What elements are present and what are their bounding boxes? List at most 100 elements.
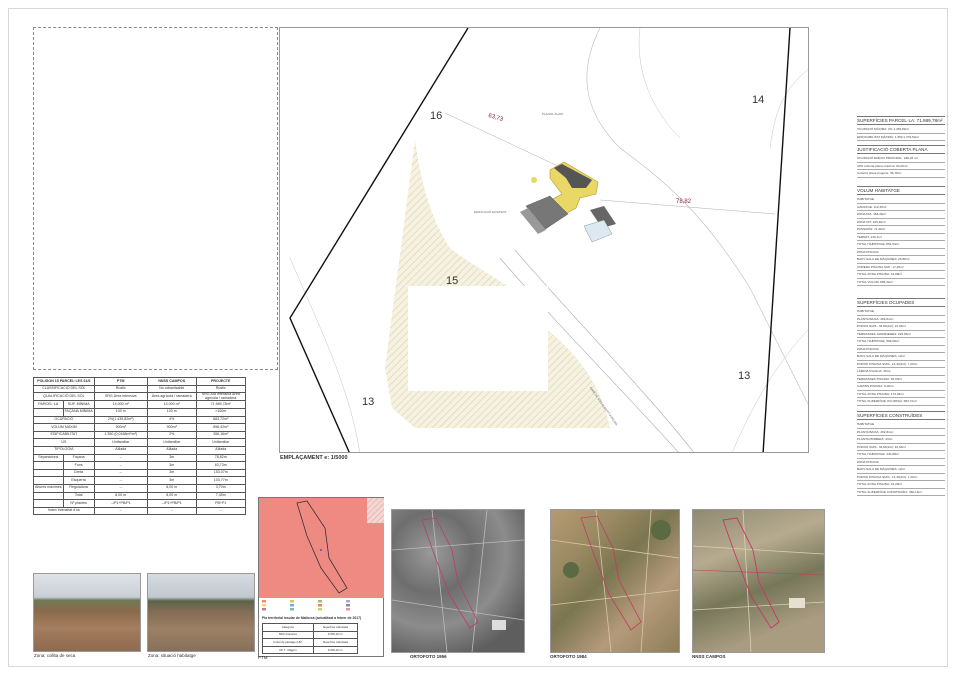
orthophoto-1956-caption: ORTOFOTO 1956 xyxy=(410,654,447,659)
ptm-table-cell: 9.305,19 m² xyxy=(312,645,359,655)
table-cell: 4% xyxy=(146,415,197,425)
section-line: PASSADÍS: 71,40m³ xyxy=(857,226,945,234)
section-title: SUPERFÍCIES OCUPADES xyxy=(857,298,945,307)
table-cell: No urbanitzable xyxy=(146,384,197,394)
table-cell: Unifamiliar xyxy=(146,438,197,447)
table-cell: Aïllada xyxy=(146,445,197,455)
table-cell: 14.000 m² xyxy=(93,400,148,409)
table-cell: Rústic xyxy=(93,384,148,394)
table-cell: >100m xyxy=(195,407,246,417)
section-line: HABITATGE xyxy=(857,196,945,204)
table-cell: 8,00 m xyxy=(146,491,197,501)
section-line: PLANTA PRIMERA: 43m² xyxy=(857,436,945,444)
table-cell: SRG AIA intensiva Àrea agrícola / ramade… xyxy=(195,392,246,402)
table-header: PTM xyxy=(93,377,148,386)
table-cell: 100 m xyxy=(93,407,148,417)
section-line: LÀMINA D'AIGUA: 36m² xyxy=(857,368,945,376)
section-title: JUSTIFICACIÓ COBERTA PLANA xyxy=(857,145,945,154)
table-cell: QUALIFICACIÓ DEL SÒL xyxy=(33,392,95,402)
table-row: Fons -- 3m 63,73m xyxy=(33,461,246,470)
table-cell: Reguladora xyxy=(62,483,95,493)
table-row: PARCEL·LA SUP. MÍNIMA 14.000 m² 14.000 m² 71… xyxy=(33,400,246,409)
table-cell: CLASSIFICACIÓ DEL SÒL xyxy=(33,384,95,394)
table-cell xyxy=(33,476,64,485)
section-line: TOTAL HABITATGE: 340,88m² xyxy=(857,451,945,459)
table-cell: Fons xyxy=(62,461,95,470)
table-cell: 900m³ xyxy=(146,423,197,432)
section-line: TOTAL SUPERFÍCIE OCUPADA: 683,72m² xyxy=(857,398,945,406)
table-row: Nº plantes --/P1+PB/P1 --/P1+PB/P1 PB+P1 xyxy=(33,499,246,508)
orthophoto-1984 xyxy=(550,509,680,653)
table-cell: -- xyxy=(93,453,148,463)
table-cell: --/P1+PB/P1 xyxy=(146,499,197,508)
section-line: TOTAL HABITATGE: 851,54m³ xyxy=(857,241,945,249)
parcel-label-13-west: 13 xyxy=(362,396,375,408)
table-cell: Total xyxy=(62,491,95,501)
table-cell: Aïllada xyxy=(93,445,148,455)
section-line: ZONA PISCINA xyxy=(857,346,945,353)
ptm-table-header: Superfície calculada xyxy=(312,623,359,632)
table-cell: -- xyxy=(93,468,148,478)
surfaces-section: JUSTIFICACIÓ COBERTA PLANA OCUPACIÓ EDIFI… xyxy=(857,145,945,178)
parcel-boundary-east xyxy=(762,28,791,452)
section-line: TERRASSES PISCINA: 93,93m² xyxy=(857,376,945,383)
table-cell xyxy=(33,468,64,478)
table-cell: 78,82m xyxy=(195,453,246,463)
site-plan: 16 14 15 13 13 63,73 78,82 PLANOL ALZAT … xyxy=(279,27,809,453)
table-cell xyxy=(33,499,64,508)
table-row: Altures màximes Reguladora -- 6,00 m 3,70m xyxy=(33,483,246,493)
section-line: OCUPACIÓ EDIFICI PRINCIPAL: 248,22 m² xyxy=(857,155,945,163)
table-row: Dreta -- 3m 153,07m xyxy=(33,468,246,478)
table-cell: -- xyxy=(93,506,148,516)
table-cell: TIPOLOGIA xyxy=(33,445,95,455)
blank-overlay xyxy=(408,286,548,391)
table-cell: -- xyxy=(93,483,148,493)
table-row: VOLUM MÀXIM 900m³ 900m³ 896,42m³ xyxy=(33,423,246,432)
section-line: 30% coberta plana màxima: 84,06m² xyxy=(857,163,945,170)
photo-dryland-caption: Zona: collita de seca xyxy=(34,653,76,658)
site-plan-drawing xyxy=(289,28,808,452)
table-cell: SUP. MÍNIMA xyxy=(62,400,95,409)
table-cell: 14.000 m² xyxy=(146,400,197,409)
section-line: TERRASSES JARDINERES: 229,95m² xyxy=(857,331,945,338)
table-cell: 3,70m xyxy=(195,483,246,493)
empty-dashed-frame xyxy=(33,27,278,370)
ptm-table-header: Superfície calculada xyxy=(312,638,359,647)
parameters-table: POLIGON 15 PARCEL·LES 61/6 PTM NNSS CAMP… xyxy=(33,377,246,516)
parcel-label-14: 14 xyxy=(752,94,765,106)
table-header: PROJECTE xyxy=(195,377,246,386)
house-footprint xyxy=(520,161,616,243)
table-cell: 356,16m² xyxy=(195,430,246,440)
table-cell: 896,42m³ xyxy=(195,423,246,432)
section-line: TERRAT: 146,1m³ xyxy=(857,234,945,241)
table-cell xyxy=(33,461,64,470)
table-cell: Unifamiliar xyxy=(93,438,148,447)
section-line: ZONA PISCINA xyxy=(857,459,945,466)
table-row: EDIFICABILITAT 1.350 (0,0188m²/m²) 2% 356,1… xyxy=(33,430,246,440)
table-cell: 1.350 (0,0188m²/m²) xyxy=(93,430,148,440)
section-line: PLANTA BAIXA: 262,81m² xyxy=(857,429,945,436)
surfaces-section: SUPERFÍCIES CONSTRUÏDES HABITATGE PLANTA B… xyxy=(857,411,945,496)
section-line: PLANTA BAIXA: 262,81m² xyxy=(857,316,945,323)
ptm-surface-table: Categoria Superfície calculada SRG Intens… xyxy=(262,623,359,655)
section-line: ZONA DIA: 356,36m³ xyxy=(857,211,945,219)
plan-note-1: PLANOL ALZAT xyxy=(542,112,564,116)
section-line: ZONA PISCINA xyxy=(857,249,945,256)
table-cell xyxy=(33,407,64,417)
section-line: TOTAL ZONA PISCINA: 19,20m² xyxy=(857,481,945,489)
table-row: OCUPACIÓ 2%(1.439,82m²) 4% 683,72m² xyxy=(33,415,246,425)
table-cell: -- xyxy=(93,476,148,485)
table-row: Índex intensitat d'ús -- -- -- xyxy=(33,506,246,516)
table-cell: -- xyxy=(146,506,197,516)
table-cell: PARCEL·LA xyxy=(33,400,64,409)
section-line: PORXO SUPL. 33,86(1/2): 16,93m² xyxy=(857,323,945,331)
section-title: VOLUM HABITATGE xyxy=(857,186,945,195)
table-row: Separacions Façana -- 3m 78,82m xyxy=(33,453,246,463)
table-cell: 100 m xyxy=(146,407,197,417)
distance-label-front: 78,82 xyxy=(676,199,692,205)
table-row: ÚS Unifamiliar Unifamiliar Unifamiliar xyxy=(33,438,246,447)
ptm-table-header: Unitat de paisatge (UP) xyxy=(262,638,314,647)
table-cell: 63,73m xyxy=(195,461,246,470)
table-cell: --/P1+PB/P1 xyxy=(93,499,148,508)
table-cell: OCUPACIÓ xyxy=(33,415,95,425)
